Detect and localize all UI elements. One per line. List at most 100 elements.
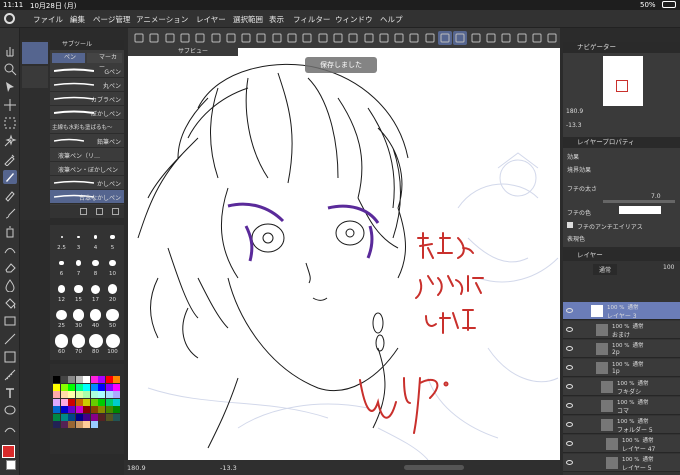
command-button-icon[interactable] — [178, 31, 192, 45]
brush-size-button[interactable]: 60 — [54, 333, 69, 357]
command-button-icon[interactable] — [362, 31, 376, 45]
eye-icon[interactable] — [566, 327, 573, 332]
command-button-icon[interactable] — [239, 31, 253, 45]
color-swatch[interactable] — [75, 406, 83, 413]
color-swatch[interactable] — [75, 413, 83, 421]
correct-line-tool-icon[interactable] — [3, 422, 17, 436]
brush-size-button[interactable]: 50 — [105, 307, 120, 331]
gradient-tool-icon[interactable] — [3, 314, 17, 328]
color-swatch[interactable] — [60, 398, 68, 406]
zoom-readout[interactable]: 180.9 — [127, 464, 146, 472]
ruler-tool-icon[interactable] — [3, 368, 17, 382]
navigator-zoom[interactable]: 180.9 — [566, 108, 583, 115]
menu-page[interactable]: ページ管理 — [93, 14, 130, 25]
navigator-angle[interactable]: -13.3 — [566, 122, 582, 129]
brush-size-button[interactable]: 100 — [105, 333, 120, 357]
eye-icon[interactable] — [566, 403, 573, 408]
eye-icon[interactable] — [566, 384, 573, 389]
command-button-icon[interactable] — [300, 31, 314, 45]
layer-row[interactable]: 100 % 通常 レイヤー 5 — [563, 454, 680, 472]
brush-size-button[interactable]: 80 — [88, 333, 103, 357]
command-button-icon[interactable] — [438, 31, 452, 45]
command-button-icon[interactable] — [331, 31, 345, 45]
color-swatch[interactable] — [90, 383, 98, 391]
antialias-checkbox[interactable] — [567, 222, 573, 228]
color-swatch[interactable] — [105, 406, 113, 413]
menu-filter[interactable]: フィルター — [293, 14, 330, 25]
color-swatch[interactable] — [83, 376, 90, 383]
eye-icon[interactable] — [566, 308, 573, 313]
hand-tool-icon[interactable] — [3, 44, 17, 58]
brush-size-button[interactable]: 2.5 — [54, 229, 69, 253]
zoom-tool-icon[interactable] — [3, 62, 17, 76]
color-swatch[interactable] — [105, 413, 113, 421]
color-swatch[interactable] — [83, 421, 90, 428]
command-button-icon[interactable] — [285, 31, 299, 45]
eye-icon[interactable] — [566, 441, 573, 446]
color-swatch[interactable] — [60, 413, 68, 421]
scrollbar[interactable] — [404, 465, 464, 470]
layer-row[interactable]: 100 % 通常 おまけ — [563, 321, 680, 339]
menu-window[interactable]: ウィンドウ — [335, 14, 373, 25]
color-swatch[interactable] — [113, 391, 120, 398]
brush-size-button[interactable]: 20 — [105, 281, 120, 305]
command-button-icon[interactable] — [193, 31, 207, 45]
fill-tool-icon[interactable] — [3, 296, 17, 310]
command-button-icon[interactable] — [392, 31, 406, 45]
menu-layer[interactable]: レイヤー — [196, 14, 226, 25]
color-swatch[interactable] — [83, 383, 90, 391]
brush-size-button[interactable]: 4 — [88, 229, 103, 253]
border-width-slider[interactable] — [603, 200, 675, 203]
color-swatch[interactable] — [113, 398, 120, 406]
layer-row[interactable]: 100 % 通常 コマ — [563, 397, 680, 415]
brush-size-button[interactable]: 3 — [71, 229, 86, 253]
blend-mode-select[interactable]: 通常 — [593, 264, 618, 275]
operation-tool-icon[interactable] — [3, 80, 17, 94]
brush-item[interactable]: 主線も水彩も塗ばるも〜 — [50, 120, 124, 134]
layer-row[interactable]: 100 % 通常 フォルダー 5 — [563, 416, 680, 434]
tab-pen[interactable]: ペン — [52, 53, 85, 63]
command-button-icon[interactable] — [224, 31, 238, 45]
layer-row[interactable]: 100 % 通常 1p — [563, 359, 680, 377]
layer-row[interactable]: 100 % 通常 2p — [563, 340, 680, 358]
menu-file[interactable]: ファイル — [33, 14, 63, 25]
command-button-icon[interactable] — [484, 31, 498, 45]
app-logo-icon[interactable] — [4, 13, 15, 24]
command-button-icon[interactable] — [453, 31, 468, 45]
command-button-icon[interactable] — [209, 31, 223, 45]
eyedropper-tool-icon[interactable] — [3, 152, 17, 167]
color-swatch[interactable] — [105, 383, 113, 391]
layer-opacity[interactable]: 100 — [663, 264, 674, 271]
brush-item[interactable]: 液筆ペン・ぼかしペン — [50, 162, 124, 176]
command-button-icon[interactable] — [346, 31, 360, 45]
command-button-icon[interactable] — [316, 31, 330, 45]
command-button-icon[interactable] — [407, 31, 421, 45]
color-swatch[interactable] — [60, 391, 68, 398]
brush-item[interactable]: ぼかしペン — [50, 106, 124, 120]
brush-size-button[interactable]: 8 — [88, 255, 103, 279]
color-swatch[interactable] — [90, 376, 98, 383]
move-tool-icon[interactable] — [3, 98, 17, 112]
brush-size-button[interactable]: 7 — [71, 255, 86, 279]
command-button-icon[interactable] — [270, 31, 284, 45]
trash-icon[interactable] — [112, 208, 119, 215]
color-swatch[interactable] — [113, 383, 120, 391]
color-swatch[interactable] — [75, 376, 83, 383]
eraser-tool-icon[interactable] — [3, 260, 17, 274]
brush-size-button[interactable]: 30 — [71, 307, 86, 331]
color-swatch[interactable] — [53, 398, 60, 406]
color-swatch[interactable] — [53, 383, 60, 391]
color-swatch[interactable] — [98, 383, 105, 391]
color-swatch[interactable] — [90, 406, 98, 413]
navigator-preview[interactable] — [603, 56, 643, 106]
command-button-icon[interactable] — [515, 31, 529, 45]
navigator-view-frame[interactable] — [616, 80, 628, 92]
color-swatch[interactable] — [105, 398, 113, 406]
color-swatch[interactable] — [60, 406, 68, 413]
color-swatch[interactable] — [90, 421, 98, 428]
brush-item[interactable]: 鉛筆ペン — [50, 134, 124, 148]
color-swatch[interactable] — [53, 406, 60, 413]
subtool-group-pen[interactable] — [22, 42, 48, 64]
layer-row[interactable]: 100 % 通常 レイヤー 3 — [563, 302, 680, 320]
command-button-icon[interactable] — [423, 31, 437, 45]
